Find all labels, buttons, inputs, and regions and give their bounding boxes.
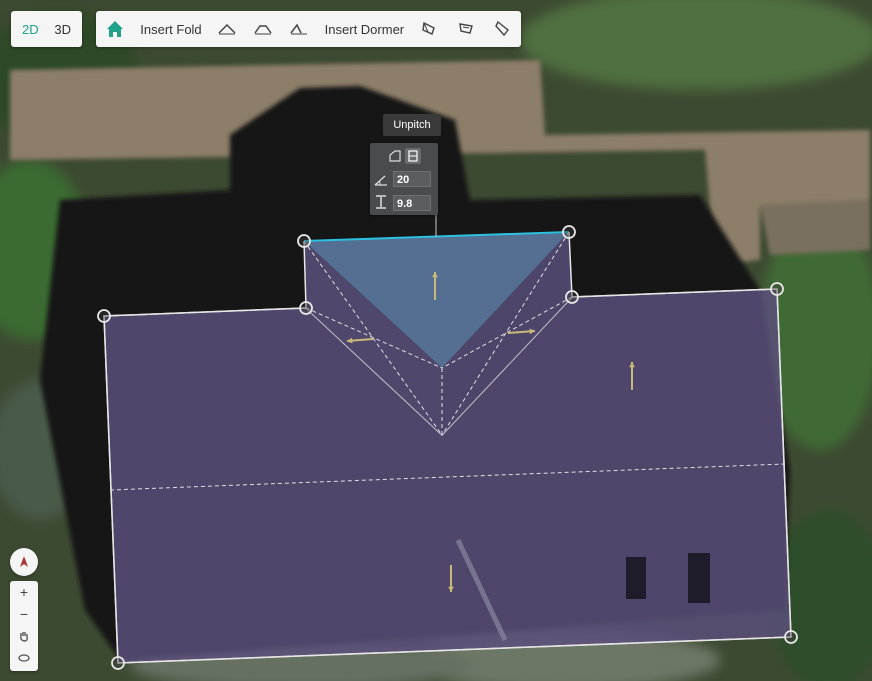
aerial-map[interactable] (0, 0, 872, 681)
unpitch-tooltip: Unpitch (383, 114, 441, 136)
vertex-handle[interactable] (562, 225, 576, 239)
dormer-gable-icon[interactable] (418, 18, 440, 40)
fold-hip-icon[interactable] (252, 18, 274, 40)
pitch-edit-panel: 20 9.8 (370, 143, 438, 215)
pitch-face-button[interactable] (387, 148, 403, 164)
height-icon (375, 195, 387, 214)
vertex-handle[interactable] (299, 301, 313, 315)
fold-shed-icon[interactable] (288, 18, 310, 40)
roof-tools-toolbar: Insert Fold Insert Dormer (96, 11, 521, 47)
view-mode-toggle: 2D 3D (11, 11, 82, 47)
tooltip-text: Unpitch (393, 119, 431, 131)
view-3d-button[interactable]: 3D (49, 18, 76, 41)
hand-icon[interactable] (10, 625, 38, 647)
pitch-input[interactable]: 20 (393, 171, 431, 187)
vertex-handle[interactable] (770, 282, 784, 296)
map-nav-controls: + − (10, 581, 38, 671)
unpitch-button[interactable] (405, 148, 421, 164)
zoom-out-button[interactable]: − (10, 603, 38, 625)
vertex-handle[interactable] (111, 656, 125, 670)
roof-window-2 (688, 553, 710, 603)
dormer-shed-icon[interactable] (491, 18, 513, 40)
zoom-in-button[interactable]: + (10, 581, 38, 603)
vertex-handle[interactable] (565, 290, 579, 304)
fold-gable-icon[interactable] (216, 18, 238, 40)
insert-fold-button[interactable]: Insert Fold (140, 22, 201, 37)
vertex-handle[interactable] (97, 309, 111, 323)
orbit-icon[interactable] (10, 647, 38, 669)
height-input[interactable]: 9.8 (393, 195, 431, 211)
insert-dormer-button[interactable]: Insert Dormer (325, 22, 404, 37)
compass-icon[interactable] (10, 548, 38, 576)
dormer-hip-icon[interactable] (455, 18, 477, 40)
angle-icon (374, 173, 388, 191)
home-icon[interactable] (104, 18, 126, 40)
view-2d-button[interactable]: 2D (17, 18, 44, 41)
vertex-handle[interactable] (297, 234, 311, 248)
vertex-handle[interactable] (784, 630, 798, 644)
roof-window-1 (626, 557, 646, 599)
